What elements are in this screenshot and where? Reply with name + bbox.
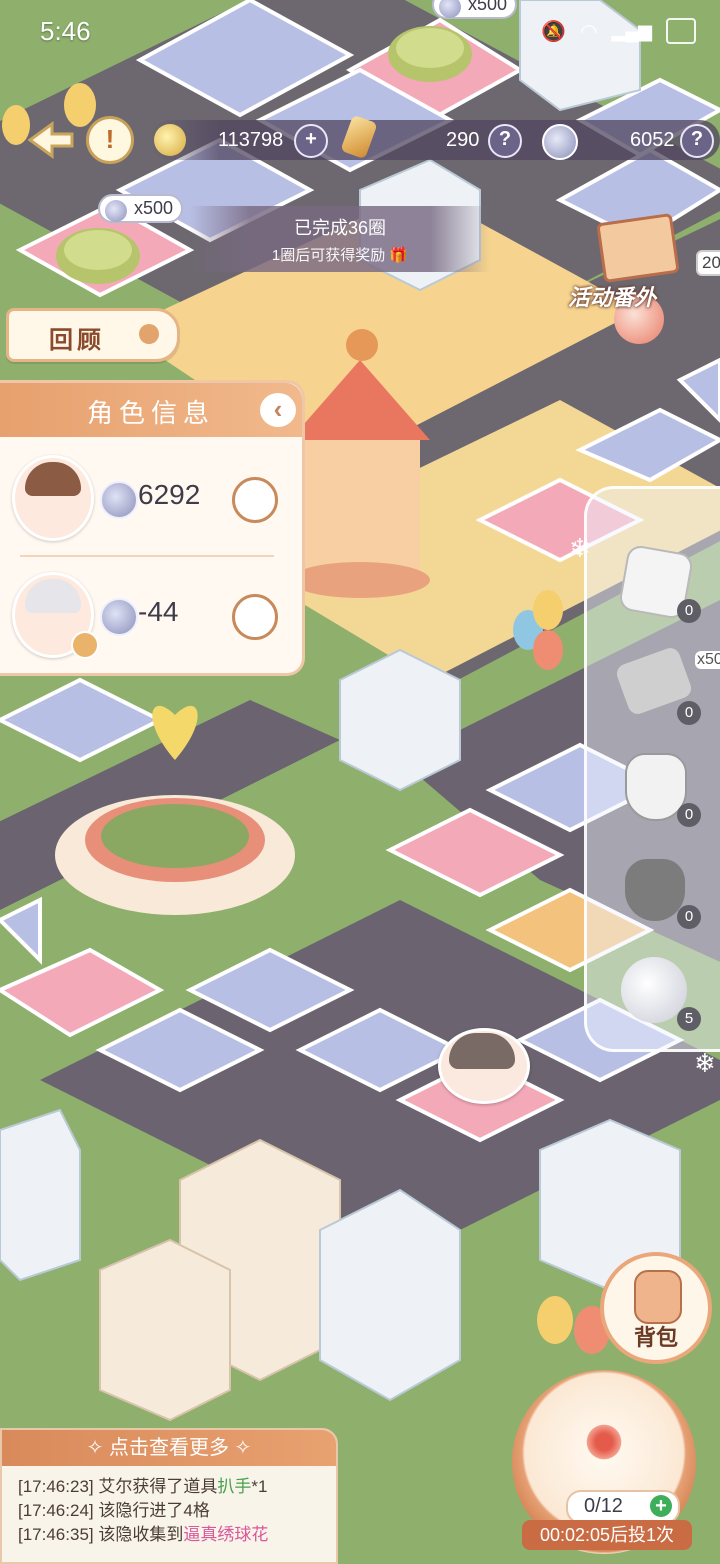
event-extra-button[interactable]: 活动番外 200 — [560, 210, 720, 350]
divider — [20, 555, 274, 557]
item-pouch[interactable]: 0 — [617, 851, 701, 929]
item-snowball[interactable]: 5 — [617, 953, 701, 1031]
character-token-value: -44 — [138, 596, 179, 627]
token-amount: 6052 — [630, 129, 675, 151]
status-icons: 🔕 ◠ ▂▄▆ — [541, 18, 696, 44]
add-coins-button[interactable]: + — [294, 124, 328, 158]
wifi-icon: ◠ — [580, 20, 598, 43]
backpack-button[interactable]: 背包 — [600, 1252, 712, 1364]
review-button[interactable]: 回顾 — [6, 308, 180, 362]
character-avatar[interactable] — [12, 572, 99, 659]
snowflake-icon: ❄ — [694, 1048, 716, 1078]
character-bag-icon[interactable] — [232, 594, 278, 640]
event-reward-partial: 200 — [696, 250, 720, 276]
battery-icon — [666, 18, 696, 44]
reward-amount-tag: x500 — [98, 194, 184, 223]
add-dice-button[interactable]: + — [650, 1495, 672, 1517]
event-ticket-icon — [596, 213, 680, 283]
lotus-cake-icon — [388, 26, 472, 82]
backpack-label: 背包 — [633, 1325, 678, 1351]
gold-coin-icon — [154, 124, 186, 156]
lap-reward-hint: 1圈后可获得奖励 🎁 — [271, 247, 409, 264]
snowflake-icon: ❄ — [569, 533, 591, 563]
backpack-icon — [634, 1270, 682, 1324]
info-button[interactable]: ! — [86, 116, 134, 164]
event-label: 活动番外 — [568, 285, 657, 311]
flower-icon — [584, 1422, 624, 1462]
player-token — [438, 1028, 530, 1104]
token-help-button[interactable]: ? — [680, 124, 714, 158]
character-bag-icon[interactable] — [232, 477, 278, 523]
review-label: 回顾 — [49, 325, 105, 354]
crystal-amount: 290 — [446, 129, 480, 151]
gift-icon: 🎁 — [389, 247, 409, 264]
signal-icon: ▂▄▆ — [611, 20, 652, 41]
log-header[interactable]: ✧ 点击查看更多 ✧ — [2, 1430, 336, 1466]
item-sidebar: ❄ 0 0 0 0 5 x50 — [569, 486, 720, 1052]
dice-refill-timer: 00:02:05后投1次 — [522, 1520, 692, 1550]
character-info-panel: 角色信息 ‹ 6292 -44 — [0, 380, 305, 676]
status-time: 5:46 — [40, 16, 91, 46]
pouch-icon — [625, 859, 685, 921]
resource-bar: 113798 + 290 ? 6052 ? — [150, 114, 720, 160]
coin-amount: 113798 — [218, 129, 284, 151]
log-entry: [17:46:23] 艾尔获得了道具扒手*1 — [18, 1477, 268, 1496]
character-row: -44 — [0, 558, 302, 668]
dice-count: 0/12 + — [566, 1490, 680, 1524]
item-dice[interactable]: 0 — [617, 543, 701, 623]
lap-progress-banner: 已完成36圈 1圈后可获得奖励 🎁 — [190, 206, 490, 272]
crystal-icon — [340, 114, 378, 160]
activity-log[interactable]: ✧ 点击查看更多 ✧ [17:46:23] 艾尔获得了道具扒手*1 [17:46… — [0, 1428, 338, 1564]
token-icon — [542, 124, 578, 160]
character-row: 6292 — [0, 441, 302, 551]
laps-completed-text: 已完成36圈 — [293, 218, 387, 238]
log-entry: [17:46:24] 该隐行进了4格 — [18, 1501, 210, 1520]
character-panel-header: 角色信息 ‹ — [0, 383, 302, 437]
back-button[interactable] — [26, 118, 76, 162]
reward-amount-partial: x50 — [695, 651, 720, 669]
collapse-panel-button[interactable]: ‹ — [260, 393, 296, 427]
character-avatar[interactable] — [12, 455, 94, 541]
mute-icon: 🔕 — [541, 20, 567, 43]
log-entry: [17:46:35] 该隐收集到逼真绣球花 — [18, 1525, 269, 1544]
status-bar: 5:46 🔕 ◠ ▂▄▆ — [0, 0, 720, 62]
item-glove[interactable]: 0 — [614, 645, 701, 725]
lotus-cake-icon — [56, 228, 140, 284]
token-icon — [100, 481, 138, 519]
item-grab-hand[interactable]: 0 — [617, 749, 701, 827]
character-token-value: 6292 — [138, 479, 201, 510]
token-icon — [100, 598, 138, 636]
crystal-help-button[interactable]: ? — [488, 124, 522, 158]
swap-icon — [71, 631, 99, 659]
character-panel-title: 角色信息 — [86, 399, 215, 429]
play-arrow-icon — [139, 324, 159, 344]
reward-amount-tag: x500 — [432, 0, 518, 19]
